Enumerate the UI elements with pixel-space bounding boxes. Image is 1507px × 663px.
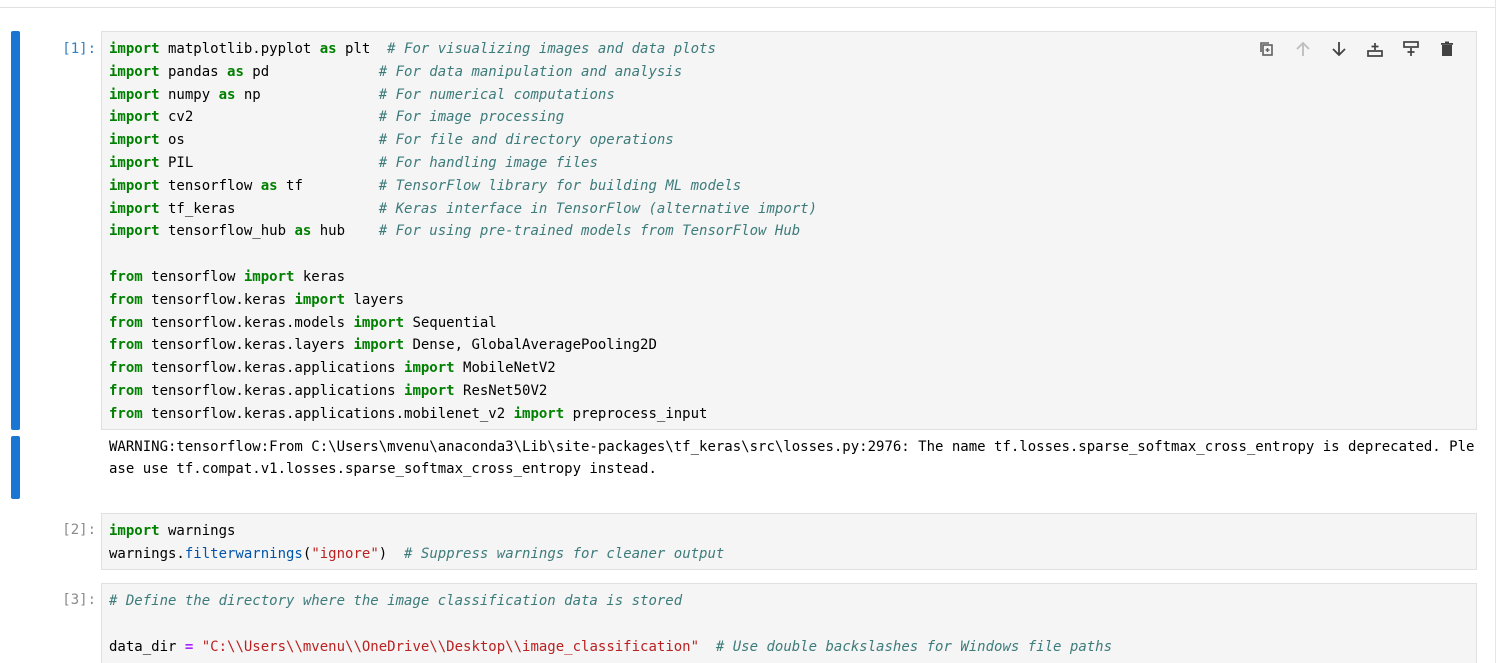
duplicate-cell-button[interactable] xyxy=(1249,38,1285,60)
cell-toolbar xyxy=(1249,38,1465,60)
code-editor[interactable]: # Define the directory where the image c… xyxy=(101,583,1477,663)
code-editor[interactable]: import warnings warnings.filterwarnings("… xyxy=(101,513,1477,570)
code-line: import os # For file and directory opera… xyxy=(109,132,674,149)
copy-icon xyxy=(1260,42,1273,56)
arrow-up-icon xyxy=(1296,41,1310,56)
execution-count-prompt: [1]: xyxy=(62,41,96,57)
code-line: import pandas as pd # For data manipulat… xyxy=(109,63,683,80)
code-line: from tensorflow.keras.layers import Dens… xyxy=(109,337,657,354)
code-line: data_dir = "C:\\Users\\mvenu\\OneDrive\\… xyxy=(109,638,1113,655)
code-lines: # Define the directory where the image c… xyxy=(109,590,1469,658)
code-line: from tensorflow.keras.applications impor… xyxy=(109,382,548,399)
code-line: from tensorflow.keras import layers xyxy=(109,291,405,308)
code-lines: import warnings warnings.filterwarnings("… xyxy=(109,520,1469,566)
code-line: from tensorflow.keras.models import Sequ… xyxy=(109,314,497,331)
code-cell-1[interactable]: [1]: import matplotlib.pyplot as plt # F… xyxy=(0,0,1495,500)
code-lines: import matplotlib.pyplot as plt # For vi… xyxy=(109,38,1469,426)
stderr-output: WARNING:tensorflow:From C:\Users\mvenu\a… xyxy=(109,439,1475,477)
insert-above-icon xyxy=(1367,43,1383,57)
arrow-down-icon xyxy=(1332,42,1346,57)
execution-count-prompt: [3]: xyxy=(62,592,96,608)
code-line: from tensorflow.keras.applications.mobil… xyxy=(109,405,708,422)
code-line: import tensorflow_hub as hub # For using… xyxy=(109,223,801,240)
insert-cell-above-button[interactable] xyxy=(1357,38,1393,60)
code-line: import cv2 # For image processing xyxy=(109,109,565,126)
move-cell-down-button[interactable] xyxy=(1321,38,1357,60)
code-cell-3[interactable]: [3]: # Define the directory where the im… xyxy=(0,576,1495,663)
code-line: import PIL # For handling image files xyxy=(109,154,598,171)
code-line: import numpy as np # For numerical compu… xyxy=(109,86,615,103)
code-line: import tensorflow as tf # TensorFlow lib… xyxy=(109,177,742,194)
code-line: import warnings xyxy=(109,523,236,539)
code-line: from tensorflow.keras.applications impor… xyxy=(109,360,556,377)
trash-icon xyxy=(1441,41,1453,56)
code-editor[interactable]: import matplotlib.pyplot as plt # For vi… xyxy=(101,31,1477,430)
execution-count-prompt: [2]: xyxy=(62,522,96,538)
insert-below-icon xyxy=(1403,41,1419,56)
move-cell-up-button[interactable] xyxy=(1285,38,1321,60)
code-cell-2[interactable]: [2]: import warnings warnings.filterwarni… xyxy=(0,505,1495,575)
code-line: import tf_keras # Keras interface in Ten… xyxy=(109,200,818,217)
vertical-scrollbar[interactable] xyxy=(1495,0,1507,663)
delete-cell-button[interactable] xyxy=(1429,38,1465,60)
code-line: warnings.filterwarnings("ignore") # Supp… xyxy=(109,545,725,562)
cell-collapser-output[interactable] xyxy=(11,436,20,499)
cell-collapser-input[interactable] xyxy=(11,31,20,430)
insert-cell-below-button[interactable] xyxy=(1393,38,1429,60)
code-line: # Define the directory where the image c… xyxy=(109,593,683,609)
code-line: from tensorflow import keras xyxy=(109,268,346,285)
